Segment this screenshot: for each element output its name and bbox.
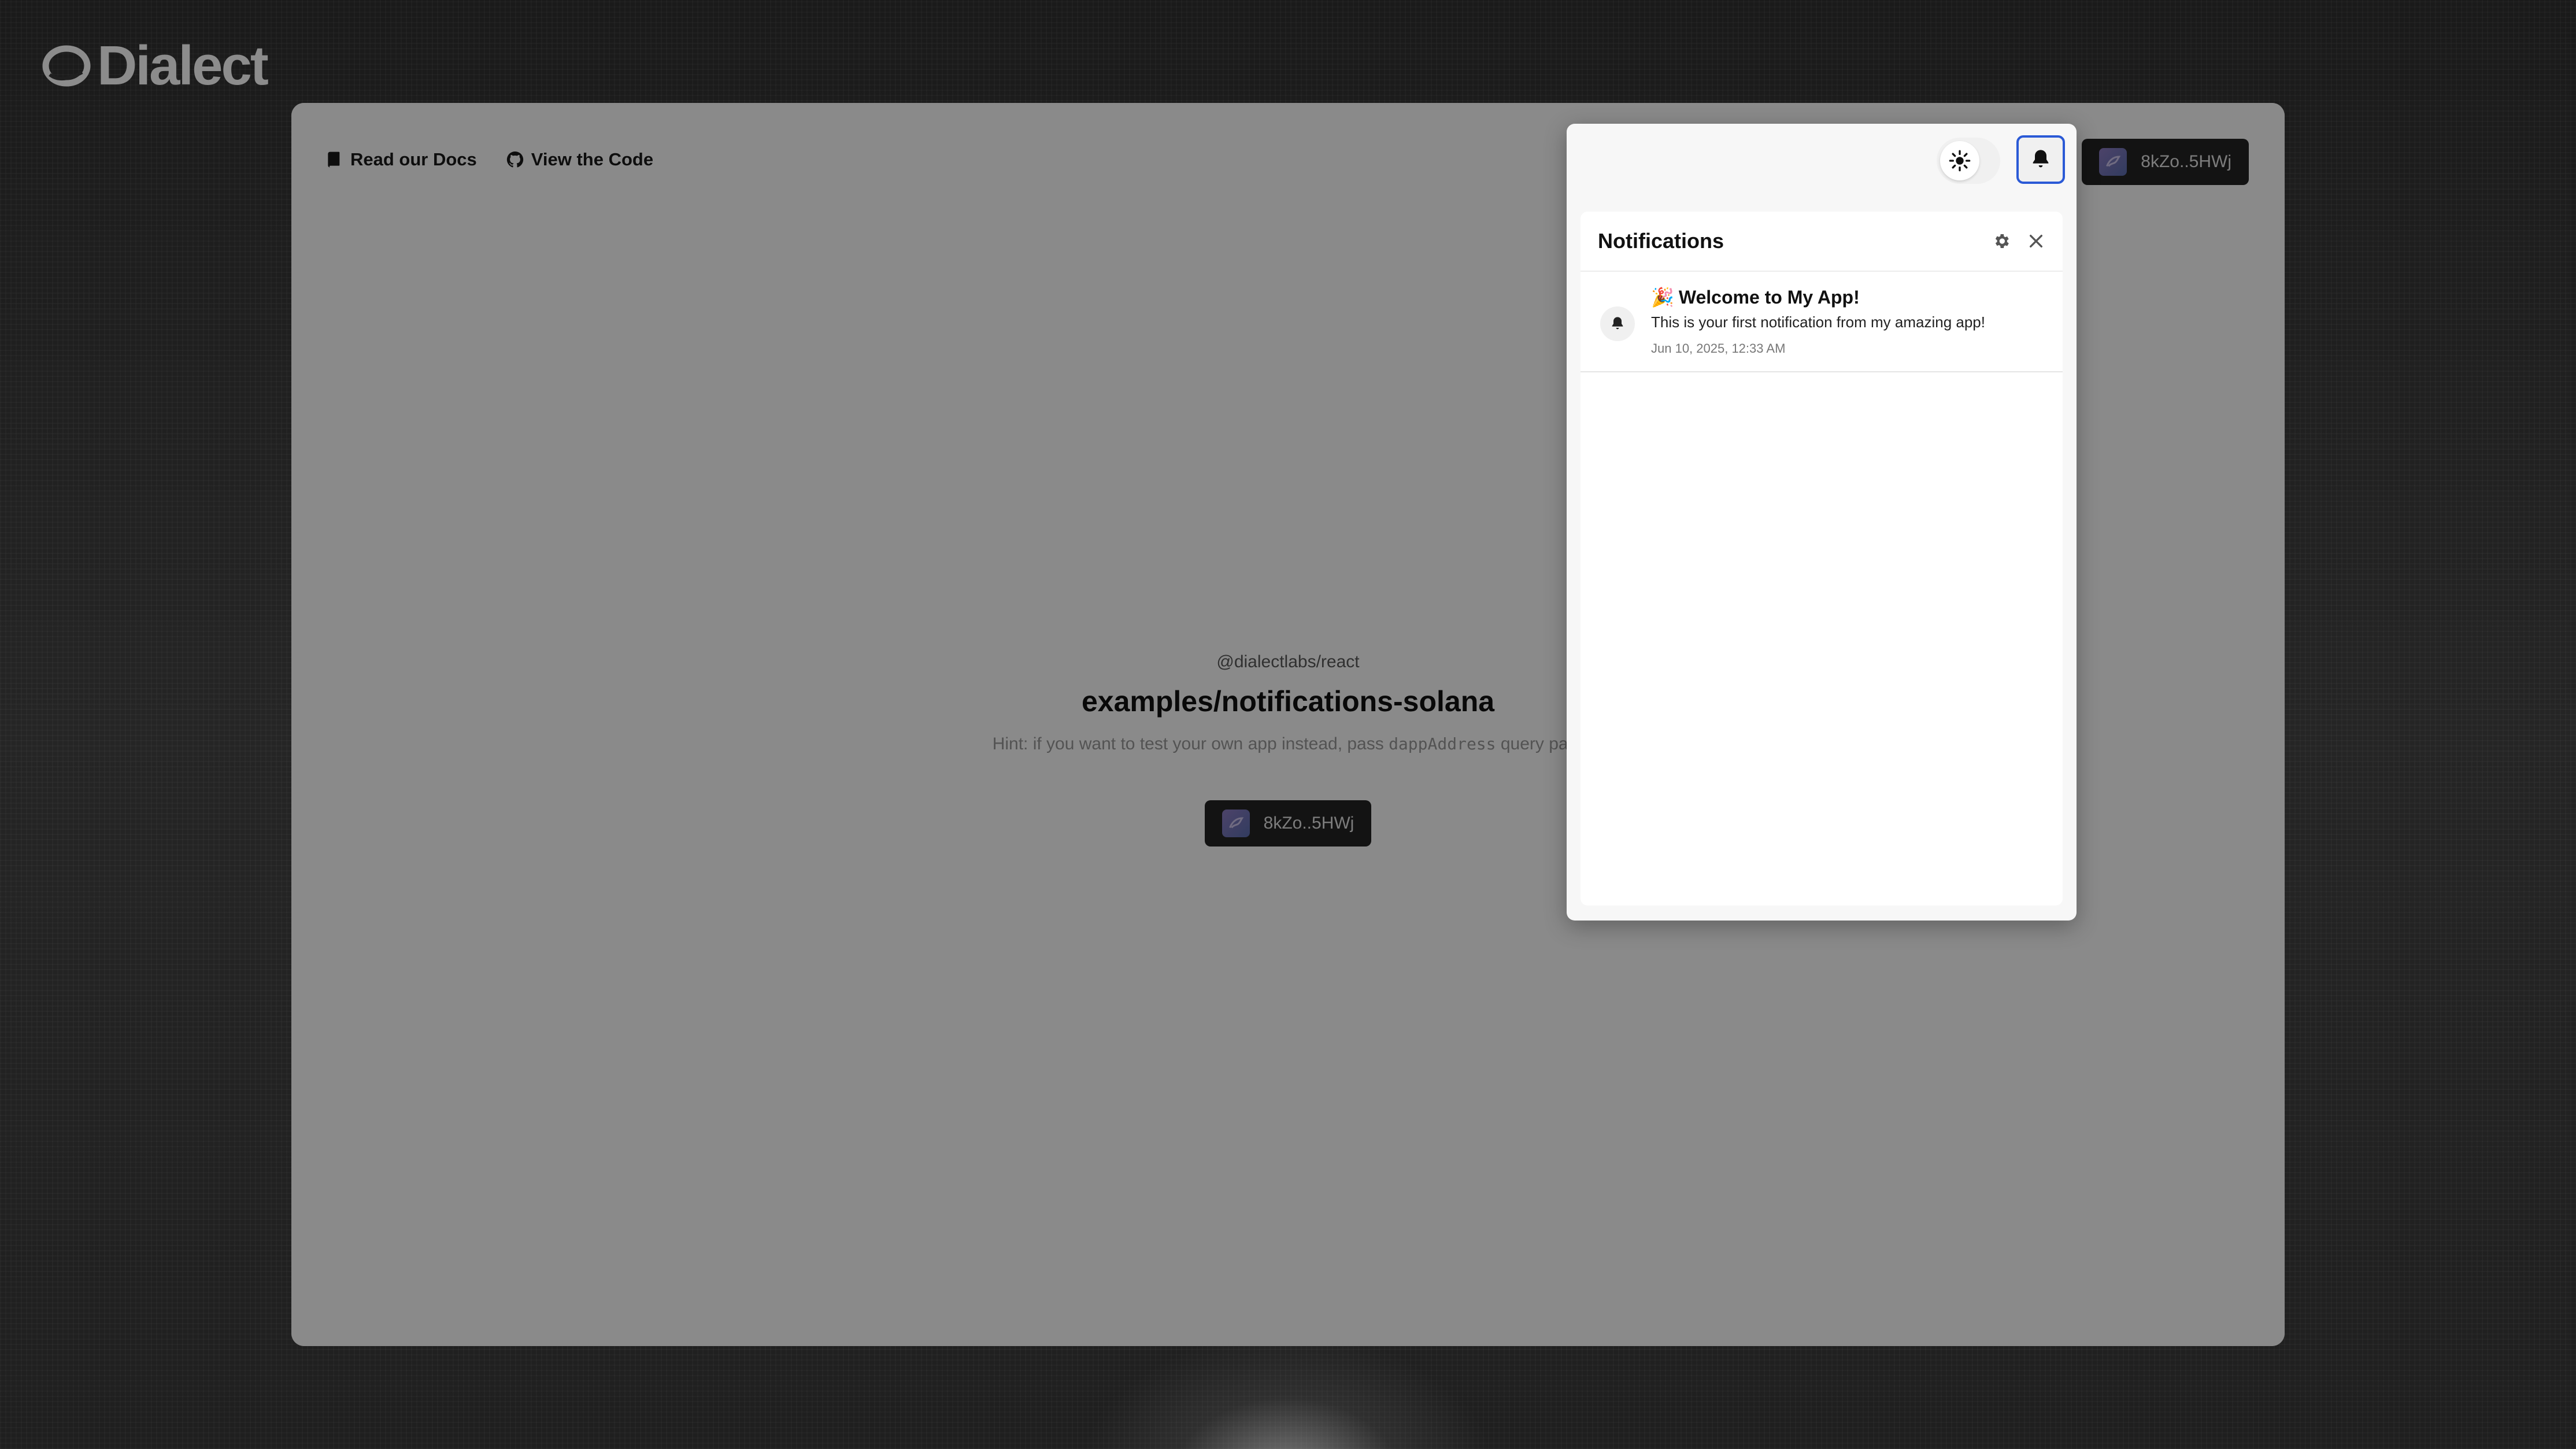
theme-toggle[interactable] (1937, 138, 2000, 184)
sun-icon (1949, 150, 1971, 172)
notification-timestamp: Jun 10, 2025, 12:33 AM (1651, 341, 1786, 356)
party-popper-icon: 🎉 (1651, 287, 1674, 308)
dialect-logo-icon (42, 45, 91, 87)
notifications-title: Notifications (1598, 229, 1724, 253)
bell-icon (1612, 317, 1623, 330)
notifications-panel: Notifications 🎉 Welcome to My App! This … (1581, 212, 2063, 905)
notification-title: 🎉 Welcome to My App! (1651, 286, 1985, 309)
notifications-bell-button[interactable] (2016, 135, 2065, 184)
close-button[interactable] (2027, 232, 2045, 250)
gear-icon (1995, 234, 2009, 248)
settings-button[interactable] (1992, 232, 2011, 250)
notification-title-text: Welcome to My App! (1678, 287, 1860, 308)
bell-icon (2033, 150, 2049, 168)
notifications-header: Notifications (1581, 212, 2063, 272)
notification-body: This is your first notification from my … (1651, 313, 1985, 331)
close-icon (2030, 235, 2042, 247)
notifications-popover: Notifications 🎉 Welcome to My App! This … (1567, 124, 2077, 921)
brand-name: Dialect (97, 35, 269, 97)
brand-logo: Dialect (42, 35, 269, 97)
notification-item[interactable]: 🎉 Welcome to My App! This is your first n… (1581, 272, 2063, 372)
